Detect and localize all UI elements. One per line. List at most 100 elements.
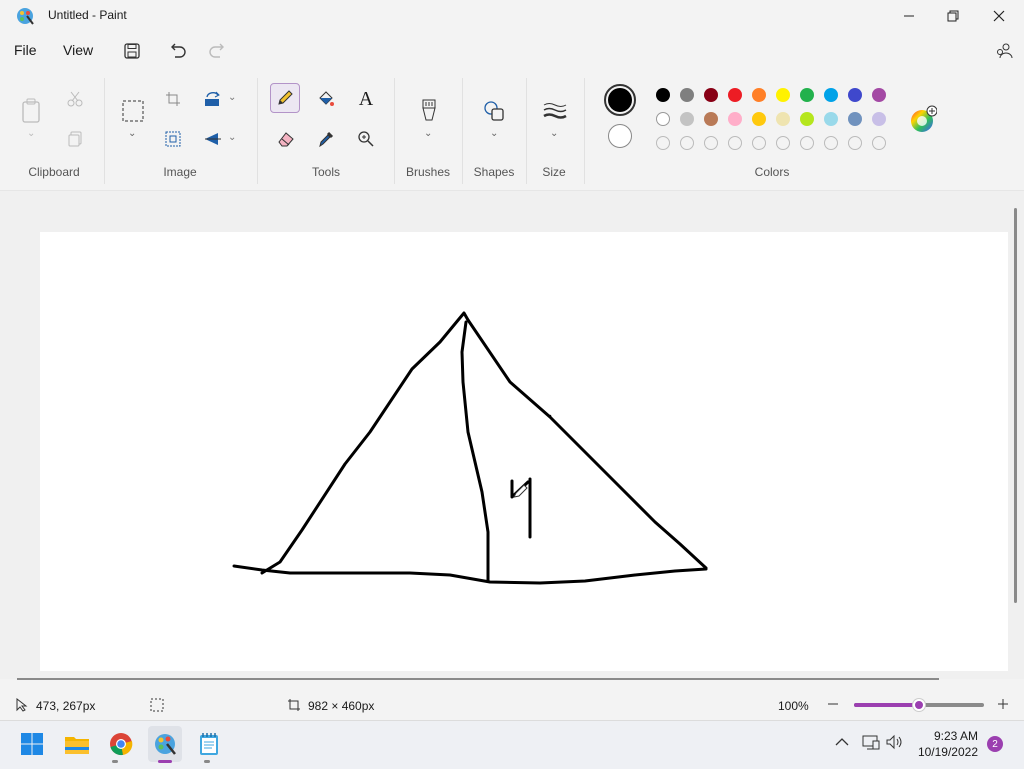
zoom-out-button[interactable] (826, 696, 842, 712)
vertical-scrollbar[interactable] (1014, 208, 1017, 603)
crop-button[interactable] (162, 88, 184, 110)
paste-dropdown-icon[interactable]: ⌄ (27, 128, 35, 139)
size-button[interactable] (541, 98, 569, 124)
chrome-taskbar-button[interactable] (107, 730, 135, 758)
palette-color-swatch[interactable] (776, 112, 790, 126)
palette-color-swatch[interactable] (872, 112, 886, 126)
shapes-button[interactable] (481, 96, 507, 126)
magnifier-icon (358, 131, 374, 147)
start-button[interactable] (18, 730, 46, 758)
redo-button[interactable] (205, 40, 229, 62)
group-label-size: Size (542, 165, 566, 179)
palette-color-swatch[interactable] (704, 112, 718, 126)
palette-custom-color-slot[interactable] (800, 136, 814, 150)
size-dropdown-icon[interactable]: ⌄ (550, 128, 558, 139)
palette-color-swatch[interactable] (848, 112, 862, 126)
pencil-tool-button[interactable] (270, 83, 300, 113)
palette-custom-color-slot[interactable] (704, 136, 718, 150)
drawing-canvas[interactable] (40, 232, 1008, 671)
menu-view[interactable]: View (63, 42, 93, 58)
palette-color-swatch[interactable] (824, 112, 838, 126)
primary-color-button[interactable] (604, 84, 636, 116)
rotate-button[interactable] (202, 88, 224, 110)
eraser-icon (278, 132, 294, 147)
palette-color-swatch[interactable] (824, 88, 838, 102)
color-picker-tool-button[interactable] (314, 128, 338, 150)
palette-color-swatch[interactable] (776, 88, 790, 102)
brushes-dropdown-icon[interactable]: ⌄ (424, 128, 432, 139)
undo-button[interactable] (166, 40, 190, 62)
edit-colors-button[interactable] (908, 104, 938, 134)
select-button[interactable] (118, 96, 148, 126)
show-hidden-icons-button[interactable] (834, 736, 850, 751)
palette-color-swatch[interactable] (752, 112, 766, 126)
brushes-button[interactable] (416, 96, 442, 126)
palette-color-swatch[interactable] (704, 88, 718, 102)
palette-color-swatch[interactable] (656, 88, 670, 102)
resize-button[interactable] (162, 128, 184, 150)
notepad-taskbar-button[interactable] (195, 730, 223, 758)
restore-button[interactable] (930, 0, 976, 32)
cut-button[interactable] (64, 88, 86, 110)
copy-button[interactable] (64, 128, 86, 150)
network-button[interactable] (862, 734, 880, 753)
save-button[interactable] (120, 40, 144, 62)
zoom-percent[interactable]: 100% (778, 699, 809, 713)
palette-color-swatch[interactable] (728, 88, 742, 102)
zoom-slider[interactable] (854, 699, 984, 711)
secondary-color-button[interactable] (608, 124, 632, 148)
clock-time[interactable]: 9:23 AM (918, 729, 978, 743)
palette-custom-color-slot[interactable] (656, 136, 670, 150)
notepad-icon (200, 733, 218, 755)
rotate-icon (205, 91, 220, 106)
palette-custom-color-slot[interactable] (728, 136, 742, 150)
pyramid-base (232, 564, 708, 585)
palette-color-swatch[interactable] (680, 88, 694, 102)
paint-icon (155, 734, 176, 755)
paint-app-icon (16, 7, 34, 25)
active-indicator (158, 760, 172, 763)
window-title: Untitled - Paint (48, 8, 127, 22)
horizontal-scrollbar[interactable] (17, 678, 939, 680)
palette-custom-color-slot[interactable] (680, 136, 694, 150)
save-icon (124, 43, 140, 59)
crop-icon (166, 92, 180, 106)
palette-custom-color-slot[interactable] (776, 136, 790, 150)
pencil-cursor (513, 484, 528, 498)
fill-tool-button[interactable] (314, 88, 338, 110)
zoom-in-button[interactable] (996, 696, 1012, 712)
palette-color-swatch[interactable] (848, 88, 862, 102)
palette-color-swatch[interactable] (680, 112, 694, 126)
pencil-icon (278, 90, 293, 105)
paint-taskbar-button[interactable] (148, 726, 182, 762)
collaborate-button[interactable] (992, 40, 1016, 62)
close-button[interactable] (976, 0, 1022, 32)
group-label-image: Image (163, 165, 197, 179)
clock-date[interactable]: 10/19/2022 (910, 745, 978, 759)
palette-color-swatch[interactable] (800, 88, 814, 102)
text-tool-button[interactable]: A (354, 86, 378, 112)
magnifier-tool-button[interactable] (354, 128, 378, 150)
palette-custom-color-slot[interactable] (872, 136, 886, 150)
palette-color-swatch[interactable] (728, 112, 742, 126)
file-explorer-taskbar-button[interactable] (63, 730, 91, 758)
palette-color-swatch[interactable] (656, 112, 670, 126)
palette-custom-color-slot[interactable] (752, 136, 766, 150)
shapes-dropdown-icon[interactable]: ⌄ (490, 128, 498, 139)
palette-color-swatch[interactable] (752, 88, 766, 102)
palette-color-swatch[interactable] (872, 88, 886, 102)
notification-badge[interactable]: 2 (987, 736, 1003, 752)
minimize-button[interactable] (886, 0, 932, 32)
zoom-slider-thumb[interactable] (913, 699, 925, 711)
paste-button[interactable] (18, 96, 46, 126)
rotate-dropdown-icon[interactable]: ⌄ (228, 92, 236, 103)
palette-custom-color-slot[interactable] (824, 136, 838, 150)
eraser-tool-button[interactable] (274, 128, 298, 150)
palette-custom-color-slot[interactable] (848, 136, 862, 150)
select-dropdown-icon[interactable]: ⌄ (128, 128, 136, 139)
palette-color-swatch[interactable] (800, 112, 814, 126)
flip-button[interactable] (202, 128, 224, 150)
menu-file[interactable]: File (14, 42, 37, 58)
flip-dropdown-icon[interactable]: ⌄ (228, 132, 236, 143)
volume-button[interactable] (886, 734, 904, 753)
